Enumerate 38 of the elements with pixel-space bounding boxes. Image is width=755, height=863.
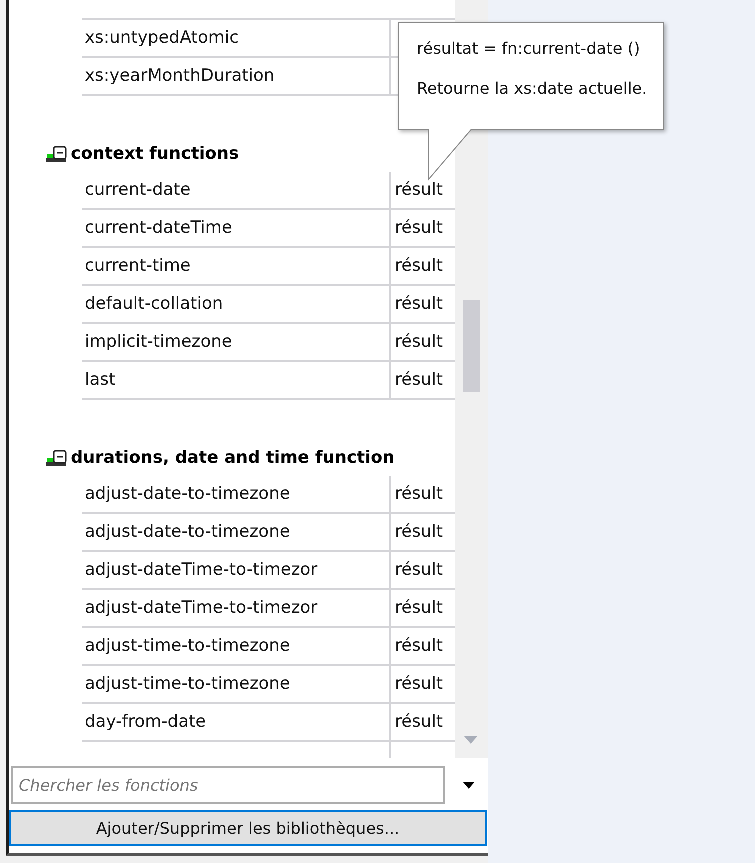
function-name: last: [85, 370, 116, 390]
section-title: context functions: [71, 144, 240, 164]
collapse-icon[interactable]: [45, 145, 67, 163]
function-name: default-collation: [85, 294, 224, 314]
result-text: résult: [395, 560, 444, 580]
result-text: résult: [395, 218, 444, 238]
section-title: durations, date and time function: [71, 448, 395, 468]
result-text: résult: [395, 598, 444, 618]
result-text: résult: [395, 522, 444, 542]
function-name: adjust-time-to-timezone: [85, 674, 290, 694]
result-text: résult: [395, 180, 444, 200]
tooltip-text: Retourne la xs:date actuelle.: [417, 78, 648, 100]
manage-libraries-button[interactable]: Ajouter/Supprimer les bibliothèques...: [9, 810, 487, 846]
function-name: xs:untypedAtomic: [85, 28, 239, 48]
collapse-icon[interactable]: [45, 449, 67, 467]
function-name: current-dateTime: [85, 218, 232, 238]
function-name: current-date: [85, 180, 191, 200]
search-field[interactable]: Chercher les fonctions: [11, 766, 445, 804]
scrollbar-thumb[interactable]: [463, 300, 480, 392]
result-text: résult: [395, 332, 444, 352]
result-text: résult: [395, 712, 444, 732]
result-text: résult: [395, 294, 444, 314]
function-name: adjust-time-to-timezone: [85, 636, 290, 656]
function-name: day-from-date: [85, 712, 206, 732]
function-name: adjust-dateTime-to-timezor: [85, 598, 318, 618]
result-text: résult: [395, 484, 444, 504]
function-name: xs:yearMonthDuration: [85, 66, 275, 86]
result-text: résult: [395, 256, 444, 276]
result-text: résult: [395, 370, 444, 390]
result-text: résult: [395, 674, 444, 694]
result-text: résult: [395, 636, 444, 656]
dropdown-caret-icon[interactable]: [463, 782, 475, 788]
function-name: current-time: [85, 256, 191, 276]
function-name: adjust-date-to-timezone: [85, 522, 290, 542]
tooltip-text: résultat = fn:current-date (): [417, 38, 640, 60]
function-name: adjust-dateTime-to-timezor: [85, 560, 318, 580]
function-name: implicit-timezone: [85, 332, 232, 352]
function-name: adjust-date-to-timezone: [85, 484, 290, 504]
